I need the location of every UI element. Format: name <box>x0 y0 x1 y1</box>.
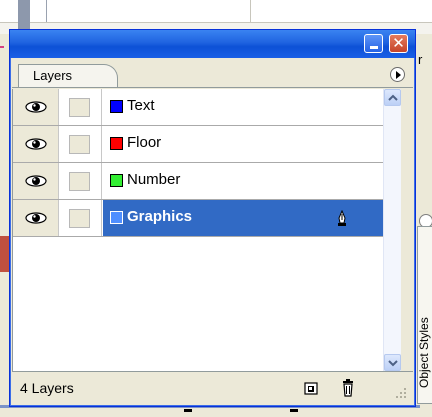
palette-tab-row: Layers <box>12 58 413 88</box>
layer-row[interactable]: Text <box>13 89 384 126</box>
object-styles-tab-label: Object Styles <box>417 317 431 388</box>
background-canvas-object <box>0 236 9 272</box>
eye-icon <box>25 175 47 187</box>
background-tick <box>184 409 192 412</box>
pen-icon <box>338 210 346 226</box>
layer-color-swatch <box>110 100 123 113</box>
background-tick <box>290 409 298 412</box>
layer-row[interactable]: Floor <box>13 126 384 163</box>
tab-baseline <box>12 87 413 88</box>
lock-toggle[interactable] <box>69 98 90 117</box>
delete-layer-button[interactable] <box>337 377 359 399</box>
play-arrow-icon <box>396 70 401 79</box>
eye-icon <box>25 212 47 224</box>
background-ruler <box>0 0 432 23</box>
close-button[interactable]: ✕ <box>389 34 408 53</box>
background-guide-mark <box>0 46 4 48</box>
visibility-toggle[interactable] <box>13 200 59 236</box>
background-divider <box>250 0 251 22</box>
row-divider <box>101 200 102 236</box>
layer-color-swatch <box>110 137 123 150</box>
row-divider <box>101 163 102 199</box>
eye-icon <box>25 101 47 113</box>
new-layer-icon <box>304 382 318 395</box>
scroll-up-button[interactable] <box>384 89 401 106</box>
layer-count: 4 Layers <box>20 380 74 396</box>
layers-palette: ✕ Layers Text Floor Number Graphics 4 La… <box>9 29 416 407</box>
lock-toggle[interactable] <box>69 209 90 228</box>
close-icon: ✕ <box>392 34 405 52</box>
palette-titlebar[interactable]: ✕ <box>10 30 415 58</box>
layer-name-cell[interactable]: Floor <box>103 126 384 162</box>
visibility-toggle[interactable] <box>13 89 59 125</box>
layer-color-swatch <box>110 211 123 224</box>
layer-name-cell[interactable]: Number <box>103 163 384 199</box>
eye-icon <box>25 138 47 150</box>
chevron-up-icon <box>388 94 398 101</box>
chevron-down-icon <box>388 360 398 367</box>
layer-name: Text <box>127 97 155 114</box>
scroll-down-button[interactable] <box>384 354 401 371</box>
background-text: r <box>418 52 423 67</box>
visibility-toggle[interactable] <box>13 126 59 162</box>
background-divider <box>46 0 47 22</box>
trash-icon <box>343 379 353 397</box>
lock-toggle[interactable] <box>69 172 90 191</box>
palette-menu-button[interactable] <box>390 67 405 82</box>
new-layer-button[interactable] <box>300 377 322 399</box>
palette-status-bar: 4 Layers <box>12 371 413 405</box>
row-divider <box>101 126 102 162</box>
tab-layers[interactable]: Layers <box>18 64 118 88</box>
minimize-icon <box>369 45 378 49</box>
layer-name: Floor <box>127 134 162 151</box>
layer-color-swatch <box>110 174 123 187</box>
layer-name-cell[interactable]: Graphics <box>103 200 384 236</box>
layer-row-selected[interactable]: Graphics <box>13 200 384 237</box>
resize-grip-icon[interactable] <box>392 386 408 402</box>
layer-list: Text Floor Number Graphics <box>12 89 396 371</box>
object-styles-panel[interactable]: Object Styles <box>414 210 432 405</box>
layer-name-cell[interactable]: Text <box>103 89 384 125</box>
lock-toggle[interactable] <box>69 135 90 154</box>
layer-name: Number <box>127 171 181 188</box>
row-divider <box>101 89 102 125</box>
visibility-toggle[interactable] <box>13 163 59 199</box>
layer-row[interactable]: Number <box>13 163 384 200</box>
vertical-scrollbar[interactable] <box>383 89 401 371</box>
minimize-button[interactable] <box>364 34 383 53</box>
layer-name: Graphics <box>127 208 193 225</box>
